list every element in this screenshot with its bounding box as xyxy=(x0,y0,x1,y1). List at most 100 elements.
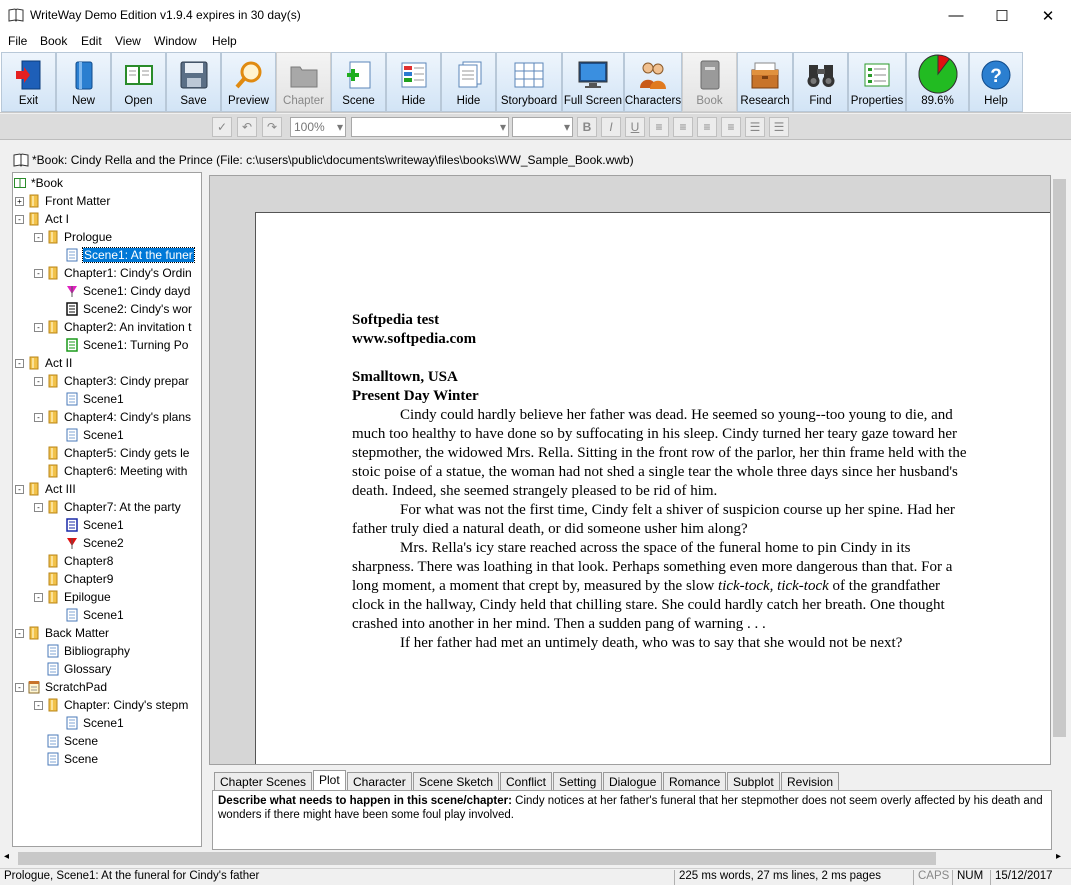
tree-node[interactable]: Scene xyxy=(34,750,98,768)
align-right-icon[interactable]: ≡ xyxy=(697,117,717,137)
tree-node[interactable]: - Chapter: Cindy's stepm xyxy=(34,696,188,714)
tree-node[interactable]: *Book xyxy=(13,174,63,192)
tab-dialogue[interactable]: Dialogue xyxy=(603,772,663,790)
properties-button[interactable]: Properties xyxy=(848,52,906,112)
tree-node[interactable]: Chapter5: Cindy gets le xyxy=(34,444,189,462)
tab-romance[interactable]: Romance xyxy=(663,772,727,790)
tab-scene-sketch[interactable]: Scene Sketch xyxy=(413,772,500,790)
tree-node[interactable]: Glossary xyxy=(34,660,111,678)
collapse-icon[interactable]: - xyxy=(34,412,43,422)
editor-vertical-scrollbar[interactable] xyxy=(1051,175,1068,765)
tab-character[interactable]: Character xyxy=(347,772,412,790)
collapse-icon[interactable]: - xyxy=(15,682,24,692)
tree-node[interactable]: Scene xyxy=(34,732,98,750)
tree-node[interactable]: - Chapter7: At the party xyxy=(34,498,181,516)
menu-view[interactable]: View xyxy=(115,32,141,48)
open-button[interactable]: Open xyxy=(111,52,166,112)
collapse-icon[interactable]: - xyxy=(15,484,24,494)
plot-notes[interactable]: Describe what needs to happen in this sc… xyxy=(212,790,1052,850)
tree-node[interactable]: Scene1 xyxy=(53,516,124,534)
menu-help[interactable]: Help xyxy=(212,32,237,48)
collapse-icon[interactable]: - xyxy=(34,322,43,332)
tree-node[interactable]: - Chapter2: An invitation t xyxy=(34,318,191,336)
tab-chapter-scenes[interactable]: Chapter Scenes xyxy=(214,772,313,790)
spellcheck-icon[interactable]: ✓ xyxy=(212,117,232,137)
tab-revision[interactable]: Revision xyxy=(781,772,840,790)
tree-node[interactable]: Chapter9 xyxy=(34,570,113,588)
save-button[interactable]: Save xyxy=(166,52,221,112)
tree-node[interactable]: Scene1: Cindy dayd xyxy=(53,282,190,300)
tree-node[interactable]: - Chapter4: Cindy's plans xyxy=(34,408,191,426)
tree-node[interactable]: Scene1 xyxy=(53,714,124,732)
minimize-button[interactable]: — xyxy=(933,0,979,31)
collapse-icon[interactable]: - xyxy=(34,502,43,512)
exit-button[interactable]: Exit xyxy=(1,52,56,112)
document-text[interactable]: Softpedia test www.softpedia.com Smallto… xyxy=(352,311,972,653)
bold-button[interactable]: B xyxy=(577,117,597,137)
splitter[interactable] xyxy=(202,172,208,847)
maximize-button[interactable]: ☐ xyxy=(979,0,1025,31)
tree-node[interactable]: Scene1 xyxy=(53,606,124,624)
tree-node[interactable]: Scene2 xyxy=(53,534,124,552)
progress-button[interactable]: 89.6% xyxy=(906,52,969,112)
tree-node[interactable]: - Act I xyxy=(15,210,69,228)
editor-area[interactable]: Softpedia test www.softpedia.com Smallto… xyxy=(209,175,1051,765)
horizontal-scrollbar[interactable]: ◂ ▸ xyxy=(0,850,1071,867)
chapter-button[interactable]: Chapter xyxy=(276,52,331,112)
preview-button[interactable]: Preview xyxy=(221,52,276,112)
collapse-icon[interactable]: - xyxy=(34,700,43,710)
collapse-icon[interactable]: - xyxy=(15,358,24,368)
undo-icon[interactable]: ↶ xyxy=(237,117,257,137)
full-screen-button[interactable]: Full Screen xyxy=(562,52,624,112)
underline-button[interactable]: U xyxy=(625,117,645,137)
menu-window[interactable]: Window xyxy=(154,32,197,48)
hide-panel-button[interactable]: Hide xyxy=(386,52,441,112)
tree-node[interactable]: - Act III xyxy=(15,480,76,498)
align-center-icon[interactable]: ≡ xyxy=(673,117,693,137)
font-size-select[interactable]: ▾ xyxy=(512,117,573,137)
close-button[interactable]: ✕ xyxy=(1025,0,1071,31)
collapse-icon[interactable]: - xyxy=(15,214,24,224)
tree-node[interactable]: Chapter8 xyxy=(34,552,113,570)
collapse-icon[interactable]: - xyxy=(34,268,43,278)
book-outline-tree[interactable]: *Book + Front Matter - Act I - Prologue Scene1:… xyxy=(12,172,202,847)
scroll-right-icon[interactable]: ▸ xyxy=(1056,851,1061,862)
tree-node[interactable]: + Front Matter xyxy=(15,192,110,210)
menu-file[interactable]: File xyxy=(8,32,27,48)
new-button[interactable]: New xyxy=(56,52,111,112)
scroll-thumb[interactable] xyxy=(1053,179,1066,737)
tree-node[interactable]: - Chapter1: Cindy's Ordin xyxy=(34,264,192,282)
scroll-left-icon[interactable]: ◂ xyxy=(4,851,9,862)
zoom-select[interactable]: 100% ▾ xyxy=(290,117,346,137)
menu-edit[interactable]: Edit xyxy=(81,32,102,48)
tab-setting[interactable]: Setting xyxy=(553,772,603,790)
help-button[interactable]: ? Help xyxy=(969,52,1023,112)
italic-button[interactable]: I xyxy=(601,117,621,137)
tab-plot[interactable]: Plot xyxy=(313,770,346,790)
font-select[interactable]: ▾ xyxy=(351,117,509,137)
justify-icon[interactable]: ≡ xyxy=(721,117,741,137)
research-button[interactable]: Research xyxy=(737,52,793,112)
tree-node[interactable]: Scene1 xyxy=(53,390,124,408)
numbered-list-icon[interactable]: ☰ xyxy=(769,117,789,137)
tree-node[interactable]: Scene1 xyxy=(53,426,124,444)
tree-node[interactable]: Bibliography xyxy=(34,642,130,660)
tab-conflict[interactable]: Conflict xyxy=(500,772,553,790)
scene-button[interactable]: Scene xyxy=(331,52,386,112)
tree-node[interactable]: - Act II xyxy=(15,354,72,372)
hide-pages-button[interactable]: Hide xyxy=(441,52,496,112)
tree-node[interactable]: - Chapter3: Cindy prepar xyxy=(34,372,189,390)
collapse-icon[interactable]: - xyxy=(34,376,43,386)
tree-node[interactable]: Chapter6: Meeting with xyxy=(34,462,187,480)
tree-node[interactable]: - ScratchPad xyxy=(15,678,107,696)
tree-node[interactable]: Scene2: Cindy's wor xyxy=(53,300,192,318)
characters-button[interactable]: Characters xyxy=(624,52,682,112)
align-left-icon[interactable]: ≡ xyxy=(649,117,669,137)
redo-icon[interactable]: ↷ xyxy=(262,117,282,137)
book-button[interactable]: Book xyxy=(682,52,737,112)
tree-node[interactable]: Scene1: Turning Po xyxy=(53,336,188,354)
collapse-icon[interactable]: - xyxy=(34,232,43,242)
expand-icon[interactable]: + xyxy=(15,196,24,206)
storyboard-button[interactable]: Storyboard xyxy=(496,52,562,112)
scroll-thumb[interactable] xyxy=(18,852,936,865)
